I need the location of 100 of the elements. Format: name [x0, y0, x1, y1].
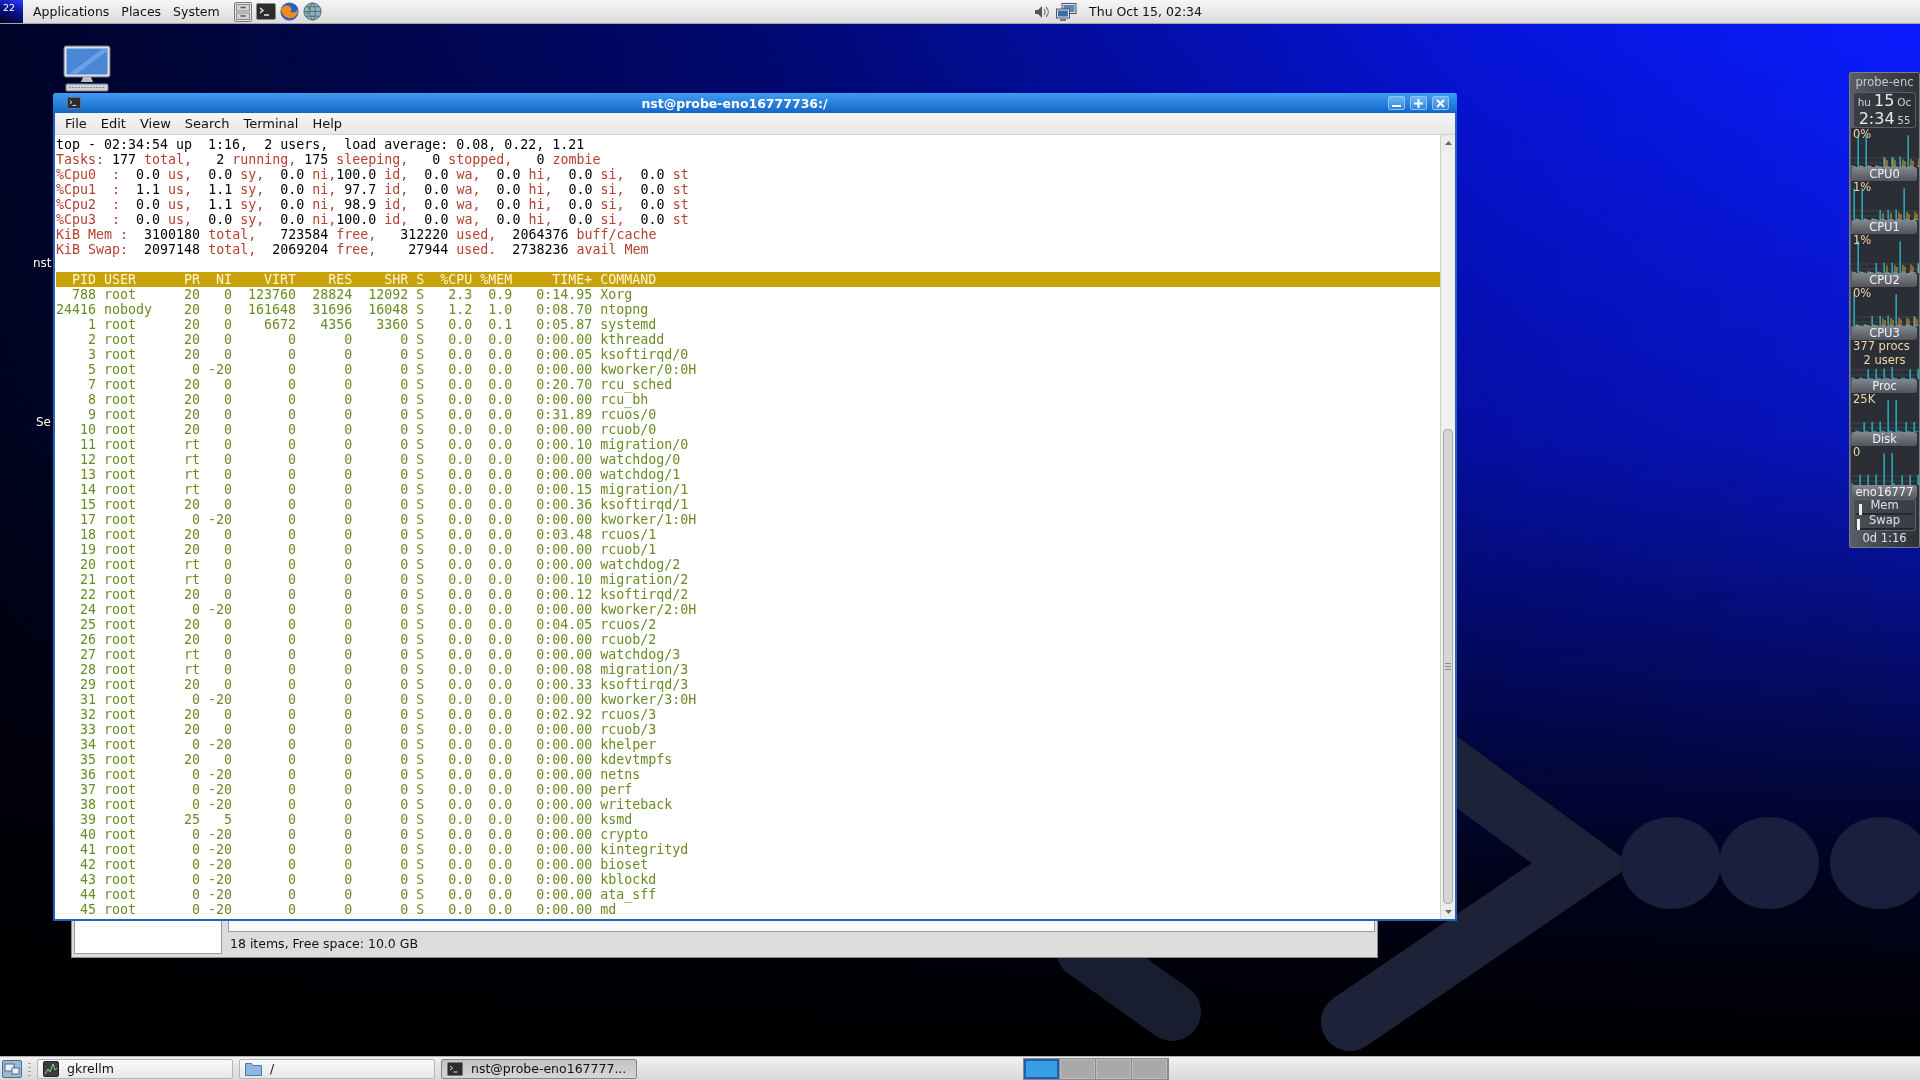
- table-cell: 0: [224, 572, 233, 587]
- table-cell: root: [104, 662, 137, 677]
- table-cell: writeback: [600, 797, 673, 812]
- table-cell: 0:00.00: [536, 647, 593, 662]
- menu-item[interactable]: Help: [305, 113, 350, 134]
- table-cell: 0: [344, 872, 353, 887]
- table-cell: 0: [288, 587, 297, 602]
- panel-menu[interactable]: Applications: [27, 0, 116, 23]
- browser-icon[interactable]: [279, 2, 299, 21]
- table-cell: 0: [400, 602, 409, 617]
- monitor-reading: 1%: [1853, 235, 1873, 247]
- table-cell: 0: [192, 512, 201, 527]
- desktop-icon-label[interactable]: Se: [36, 415, 51, 429]
- menu-item[interactable]: File: [58, 113, 94, 134]
- table-cell: S: [416, 647, 425, 662]
- table-cell: 0: [288, 347, 297, 362]
- table-cell: 25: [184, 812, 201, 827]
- table-cell: root: [104, 767, 137, 782]
- table-cell: 0:04.05: [536, 617, 593, 632]
- top-summary-line: KiB Mem : 3100180 total, 723584 free, 312220 used, 2064376 buff/cache: [56, 227, 657, 242]
- table-cell: 0: [344, 632, 353, 647]
- network-icon[interactable]: [1056, 2, 1078, 21]
- table-cell: 0: [224, 707, 233, 722]
- terminal-icon[interactable]: [255, 3, 276, 20]
- table-cell: 0.0: [448, 467, 473, 482]
- table-cell: 0: [400, 392, 409, 407]
- minimize-button[interactable]: [1388, 96, 1405, 110]
- show-desktop-icon[interactable]: [2, 1059, 22, 1078]
- table-cell: S: [416, 377, 425, 392]
- monitor-label: CPU0: [1852, 167, 1917, 181]
- table-cell: root: [104, 827, 137, 842]
- table-cell: 0: [192, 827, 201, 842]
- panel-menu[interactable]: Places: [115, 0, 168, 23]
- table-cell: 0: [400, 557, 409, 572]
- table-cell: 0.0: [448, 332, 473, 347]
- workspace-thumbnail[interactable]: [1024, 1058, 1060, 1079]
- table-cell: 0: [344, 572, 353, 587]
- menu-item[interactable]: Edit: [93, 113, 133, 134]
- close-button[interactable]: [1432, 96, 1449, 110]
- table-cell: 0: [344, 422, 353, 437]
- table-cell: 20: [184, 617, 201, 632]
- distro-logo[interactable]: 22: [0, 0, 23, 23]
- table-cell: 34: [80, 737, 96, 752]
- desktop-icon-label[interactable]: nst: [33, 256, 52, 270]
- panel-clock[interactable]: Thu Oct 15, 02:34: [1083, 0, 1208, 23]
- workspace-thumbnail[interactable]: [1132, 1058, 1168, 1079]
- table-cell: 0: [224, 317, 233, 332]
- scrollbar[interactable]: [1440, 135, 1455, 919]
- system-monitor-icon: [43, 1060, 59, 1077]
- menu-item[interactable]: Search: [177, 113, 237, 134]
- table-cell: S: [416, 437, 425, 452]
- table-cell: root: [104, 842, 137, 857]
- table-cell: 35: [80, 752, 96, 767]
- table-cell: 0.0: [448, 527, 473, 542]
- top-summary-line: Tasks: 177 total, 2 running, 175 sleeping, 0 stopped, 0 zombie: [56, 152, 601, 167]
- table-cell: 0.0: [488, 782, 513, 797]
- table-cell: -20: [208, 512, 233, 527]
- workspace-thumbnail[interactable]: [1060, 1058, 1096, 1079]
- task-button[interactable]: /: [239, 1058, 435, 1079]
- table-cell: 0: [344, 437, 353, 452]
- table-cell: 22: [80, 587, 96, 602]
- table-cell: 0: [344, 767, 353, 782]
- computer-icon[interactable]: [62, 45, 112, 93]
- scrollbar-thumb[interactable]: [1443, 429, 1453, 904]
- table-cell: root: [104, 317, 137, 332]
- month-label: Oc: [1897, 97, 1912, 108]
- globe-icon[interactable]: [302, 2, 322, 21]
- panel-menu[interactable]: System: [167, 0, 226, 23]
- table-cell: 0: [400, 497, 409, 512]
- table-cell: rt: [184, 467, 201, 482]
- table-cell: S: [416, 632, 425, 647]
- table-cell: 0:00.10: [536, 572, 593, 587]
- table-cell: 0: [400, 707, 409, 722]
- cpu-load-graph: [1851, 181, 1919, 220]
- monitor-reading: 25K: [1853, 394, 1877, 406]
- table-cell: 6672: [264, 317, 297, 332]
- scroll-up-button[interactable]: [1441, 135, 1455, 150]
- task-button[interactable]: gkrellm: [37, 1058, 233, 1079]
- table-cell: 0: [288, 812, 297, 827]
- maximize-button[interactable]: [1410, 96, 1427, 110]
- table-cell: 0: [344, 827, 353, 842]
- table-cell: root: [104, 797, 137, 812]
- menu-item[interactable]: Terminal: [236, 113, 306, 134]
- table-cell: 0: [224, 632, 233, 647]
- top-summary-line: KiB Swap: 2097148 total, 2069204 free, 27944 used. 2738236 avail Mem: [56, 242, 649, 257]
- workspace-thumbnail[interactable]: [1096, 1058, 1132, 1079]
- table-cell: 0.0: [488, 887, 513, 902]
- table-cell: 0: [288, 602, 297, 617]
- filing-cabinet-icon[interactable]: [233, 1, 252, 22]
- hostname-label: probe-enc: [1855, 76, 1914, 89]
- column-header: TIME+: [552, 272, 593, 287]
- scroll-down-button[interactable]: [1441, 904, 1455, 919]
- table-cell: 19: [80, 542, 96, 557]
- table-cell: khelper: [600, 737, 657, 752]
- table-cell: 31: [80, 692, 96, 707]
- table-cell: 5: [88, 362, 96, 377]
- menu-item[interactable]: View: [132, 113, 178, 134]
- table-cell: root: [104, 467, 137, 482]
- table-cell: 0.0: [448, 587, 473, 602]
- task-button[interactable]: nst@probe-eno167777...: [441, 1058, 637, 1079]
